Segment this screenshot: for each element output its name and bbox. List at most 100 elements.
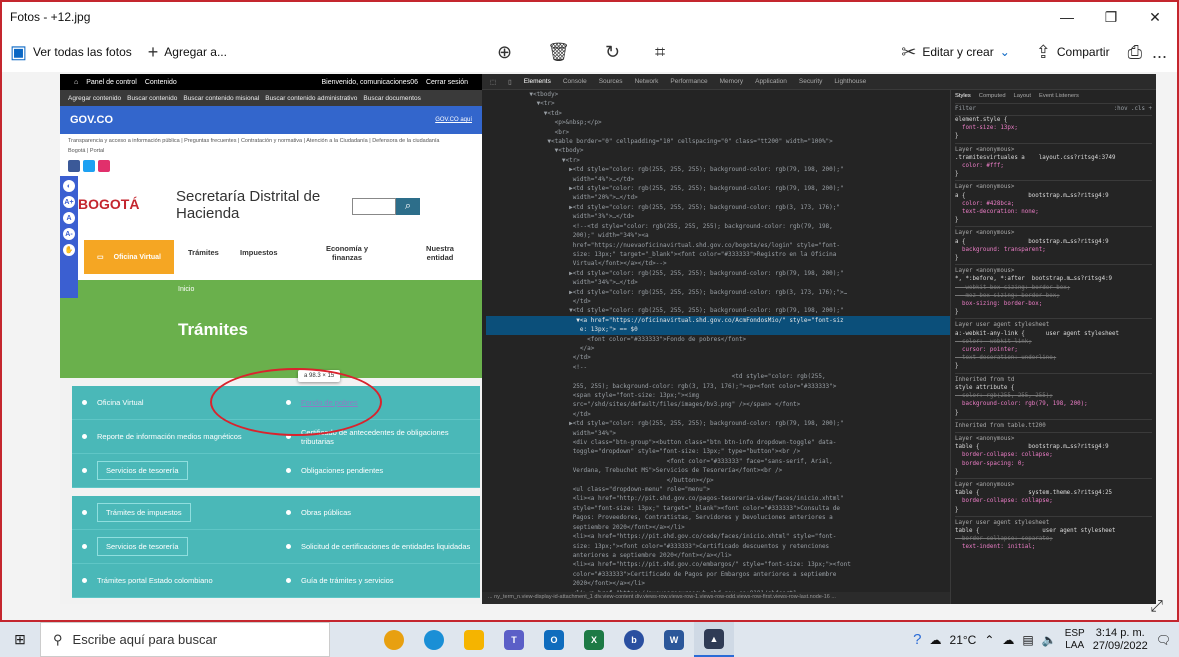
taskbar-app[interactable]: b bbox=[614, 622, 654, 657]
network-icon[interactable]: ▤ bbox=[1022, 633, 1033, 647]
grid-button[interactable]: Trámites de impuestos bbox=[97, 503, 191, 522]
code-line[interactable]: <font color="#333333" face="sans-serif, … bbox=[486, 457, 950, 466]
style-rule-line[interactable]: } bbox=[955, 362, 1152, 370]
taskbar-app[interactable]: T bbox=[494, 622, 534, 657]
style-rule-line[interactable]: Layer <anonymous> bbox=[955, 477, 1152, 489]
style-rule-line[interactable]: box-sizing: border-box; bbox=[955, 300, 1152, 308]
clock[interactable]: 3:14 p. m. 27/09/2022 bbox=[1093, 627, 1148, 653]
nav-entidad[interactable]: Nuestra entidad bbox=[420, 244, 460, 262]
code-line[interactable]: ▶<td style="color: rgb(255, 255, 255); b… bbox=[486, 288, 950, 297]
code-line[interactable]: ▼<tr> bbox=[486, 99, 950, 108]
twitter-icon[interactable] bbox=[83, 160, 95, 172]
style-rule-line[interactable]: border-spacing: 0; bbox=[955, 460, 1152, 468]
tab-memory[interactable]: Memory bbox=[720, 78, 743, 85]
crop-icon[interactable]: ⌗ bbox=[655, 42, 665, 63]
style-rule-line[interactable]: border-collapse: collapse; bbox=[955, 497, 1152, 505]
tab-computed[interactable]: Computed bbox=[979, 92, 1006, 100]
code-line[interactable]: <font color="#333333">Fondo de pobres</f… bbox=[486, 335, 950, 344]
style-rule-line[interactable]: a { bootstrap.m…ss?ritsg4:9 bbox=[955, 192, 1152, 200]
code-line[interactable]: 255, 255); background-color: rgb(3, 173,… bbox=[486, 382, 950, 391]
code-line[interactable]: Pagos: Proveedores, Contratistas, Servid… bbox=[486, 513, 950, 522]
admin-content-link[interactable]: Contenido bbox=[145, 79, 177, 86]
style-rule-line[interactable]: table { bootstrap.m…ss?ritsg4:9 bbox=[955, 443, 1152, 451]
style-rule-line[interactable]: color: #fff; bbox=[955, 162, 1152, 170]
code-line[interactable]: ▼<td style="color: rgb(255, 255, 255); b… bbox=[486, 306, 950, 315]
admin-menu-item[interactable]: Buscar contenido bbox=[127, 95, 177, 102]
style-rule-line[interactable]: Layer <anonymous> bbox=[955, 431, 1152, 443]
tab-lighthouse[interactable]: Lighthouse bbox=[834, 78, 866, 85]
share-button[interactable]: ⇪ Compartir bbox=[1028, 32, 1118, 72]
code-line[interactable]: toggle="dropdown" style="font-size: 13px… bbox=[486, 447, 950, 456]
tab-styles[interactable]: Styles bbox=[955, 92, 971, 100]
start-button[interactable]: ⊞ bbox=[0, 622, 40, 657]
style-rule-line[interactable]: Inherited from td bbox=[955, 372, 1152, 384]
grid-cell[interactable]: Servicios de tesorería bbox=[72, 537, 276, 556]
add-to-button[interactable]: + Agregar a... bbox=[140, 32, 235, 72]
code-line[interactable]: width="20%">…</td> bbox=[486, 193, 950, 202]
style-rule-line[interactable]: } bbox=[955, 308, 1152, 316]
grid-cell[interactable]: Obligaciones pendientes bbox=[276, 466, 480, 475]
code-line[interactable]: ▼<tbody> bbox=[486, 90, 950, 99]
tab-console[interactable]: Console bbox=[563, 78, 587, 85]
sub-links[interactable]: Bogotá | Portal bbox=[60, 148, 482, 158]
edit-create-button[interactable]: ✂ Editar y crear ⌄ bbox=[893, 32, 1018, 72]
rotate-icon[interactable]: ↻ bbox=[605, 42, 620, 63]
code-line[interactable]: </td> bbox=[486, 353, 950, 362]
tab-event-listeners[interactable]: Event Listeners bbox=[1039, 92, 1079, 100]
code-line[interactable]: <br> bbox=[486, 128, 950, 137]
grid-cell[interactable]: Servicios de tesorería bbox=[72, 461, 276, 480]
onedrive-icon[interactable]: ☁ bbox=[1002, 633, 1014, 647]
grid-cell[interactable]: Solicitud de certificaciones de entidade… bbox=[276, 542, 480, 551]
grid-cell[interactable]: Obras públicas bbox=[276, 508, 480, 517]
code-line[interactable]: size: 13px;"><font color="#333333">Certi… bbox=[486, 542, 950, 551]
code-line[interactable]: </a> bbox=[486, 344, 950, 353]
code-line[interactable]: <li><a href="https://pit.shd.gov.co/cede… bbox=[486, 532, 950, 541]
facebook-icon[interactable] bbox=[68, 160, 80, 172]
taskbar-app[interactable] bbox=[454, 622, 494, 657]
style-rule-line[interactable]: Inherited from table.tt200 bbox=[955, 418, 1152, 430]
code-line[interactable]: <!-- bbox=[486, 363, 950, 372]
volume-icon[interactable]: 🔈 bbox=[1042, 633, 1057, 647]
style-rule-line[interactable]: background-color: rgb(79, 198, 200); bbox=[955, 400, 1152, 408]
styles-filter-tools[interactable]: :hov .cls + bbox=[1114, 105, 1152, 113]
taskbar-app[interactable] bbox=[414, 622, 454, 657]
code-line[interactable]: width="3%">…</td> bbox=[486, 212, 950, 221]
style-rule-line[interactable]: color: #428bca; bbox=[955, 200, 1152, 208]
style-rule-line[interactable]: a:-webkit-any-link { user agent styleshe… bbox=[955, 330, 1152, 338]
code-line[interactable]: <div class="btn-group"><button class="bt… bbox=[486, 438, 950, 447]
style-rule-line[interactable]: -moz-box-sizing: border-box; bbox=[955, 292, 1152, 300]
style-rule-line[interactable]: } bbox=[955, 254, 1152, 262]
code-line[interactable]: </td> bbox=[486, 410, 950, 419]
grid-link[interactable]: Reporte de información medios magnéticos bbox=[97, 432, 242, 441]
style-rule-line[interactable]: cursor: pointer; bbox=[955, 346, 1152, 354]
help-icon[interactable]: ? bbox=[913, 631, 921, 648]
taskbar-app[interactable]: W bbox=[654, 622, 694, 657]
code-line[interactable]: e: 13px;"> == $0 bbox=[486, 325, 950, 335]
code-line[interactable]: 200);" width="34%"><a bbox=[486, 231, 950, 240]
style-rule-line[interactable]: Layer <anonymous> bbox=[955, 226, 1152, 237]
grid-link[interactable]: Solicitud de certificaciones de entidade… bbox=[301, 542, 470, 551]
style-rule-line[interactable]: text-indent: initial; bbox=[955, 543, 1152, 551]
code-line[interactable]: <p>&nbsp;</p> bbox=[486, 118, 950, 127]
grid-link[interactable]: Trámites portal Estado colombiano bbox=[97, 576, 213, 585]
style-rule-line[interactable]: } bbox=[955, 409, 1152, 417]
transparency-links[interactable]: Transparencia y acceso a información púb… bbox=[60, 134, 482, 148]
style-rule-line[interactable]: style attribute { bbox=[955, 384, 1152, 392]
code-line[interactable]: ▶<td style="color: rgb(255, 255, 255); b… bbox=[486, 203, 950, 212]
style-rule-line[interactable]: text-decoration: none; bbox=[955, 208, 1152, 216]
code-line[interactable]: ▼<a href="https://oficinavirtual.shd.gov… bbox=[486, 315, 950, 326]
site-search-input[interactable] bbox=[352, 198, 396, 215]
tab-sources[interactable]: Sources bbox=[599, 78, 623, 85]
taskbar-search[interactable]: ⚲ Escribe aquí para buscar bbox=[40, 622, 330, 657]
code-line[interactable]: <li><a href="http://pit.shd.gov.co/pagos… bbox=[486, 494, 950, 503]
code-line[interactable]: width="4%">…</td> bbox=[486, 175, 950, 184]
nav-impuestos[interactable]: Impuestos bbox=[240, 248, 278, 257]
dom-breadcrumb[interactable]: ... ny_term_n.view-display-id-attachment… bbox=[482, 592, 950, 604]
style-rule-line[interactable]: } bbox=[955, 216, 1152, 224]
style-rule-line[interactable]: table { user agent stylesheet bbox=[955, 527, 1152, 535]
style-rule-line[interactable]: } bbox=[955, 170, 1152, 178]
expand-icon[interactable]: ⤢ bbox=[1150, 598, 1163, 616]
grid-link[interactable]: Obras públicas bbox=[301, 508, 351, 517]
style-rule-line[interactable]: Layer <anonymous> bbox=[955, 180, 1152, 191]
tab-performance[interactable]: Performance bbox=[670, 78, 707, 85]
